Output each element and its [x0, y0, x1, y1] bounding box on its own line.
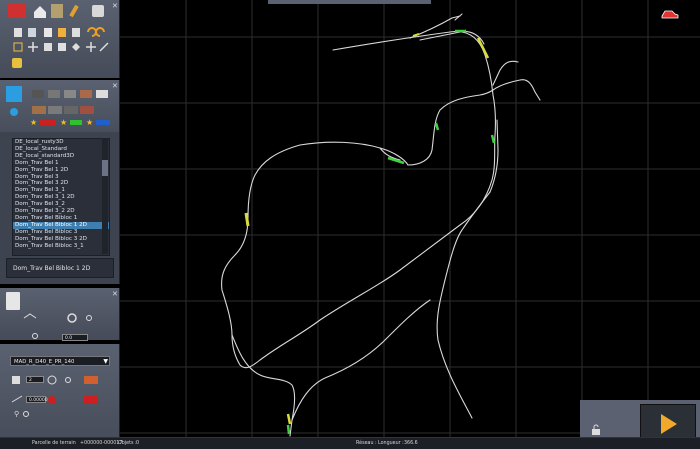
objects-value: 0: [136, 441, 140, 446]
object-listbox[interactable]: DE_local_rusty3D DE_local_Standard DE_loca…: [12, 138, 110, 256]
category-icons[interactable]: ✕: [0, 80, 120, 140]
selected-object-label: Dom_Trav Bel Bibloc 1 2D: [6, 258, 114, 278]
tile-label: Parcelle de terrain: [32, 441, 76, 446]
track-color-icon: [84, 376, 98, 384]
svg-text:✕: ✕: [112, 82, 118, 90]
track-tool-icon: [51, 4, 63, 18]
length-label: Longueur :: [378, 441, 404, 446]
ruler-icon: [12, 376, 20, 384]
list-item[interactable]: Dom_Trav Bel Bibloc 1: [13, 215, 109, 222]
tile-value: +000000-000017: [80, 441, 123, 446]
pen-icon: [48, 396, 56, 404]
list-item[interactable]: Dom_Trav Bel 3 2D: [13, 180, 109, 187]
list-item[interactable]: Dom_Trav Bel 3_1 2D: [13, 194, 109, 201]
terrain-tool-icon: [8, 3, 26, 18]
track-type-dropdown[interactable]: MAD_R_D40_E_PR_140 ▼: [10, 356, 110, 366]
play-icon: [661, 414, 677, 434]
list-item[interactable]: Dom_Trav Bel Bibloc 3: [13, 229, 109, 236]
toolbar-icons[interactable]: ✕: [0, 0, 120, 78]
svg-text:✕: ✕: [112, 290, 118, 298]
list-scrollbar[interactable]: [102, 138, 108, 254]
cube-icon: [6, 86, 22, 102]
list-item[interactable]: Dom_Trav Bel Bibloc 3 2D: [13, 236, 109, 243]
tools-panel: ✕: [0, 0, 120, 78]
track-field-a[interactable]: 2: [26, 376, 44, 383]
list-item[interactable]: Dom_Trav Bel 3_2 2D: [13, 208, 109, 215]
status-bar: Parcelle de terrain +000000-000017 Objet…: [0, 437, 700, 449]
objects-panel: ✕: [0, 80, 120, 140]
document-icon: [6, 292, 20, 310]
list-item[interactable]: Dom_Trav Bel 3_2: [13, 201, 109, 208]
list-item[interactable]: DE_local_rusty3D: [13, 139, 109, 146]
svg-text:★: ★: [86, 118, 93, 126]
height-input[interactable]: 0.0: [62, 334, 88, 341]
brush-icon: [69, 4, 79, 18]
list-item[interactable]: Dom_Trav Bel 1 2D: [13, 167, 109, 174]
settings-icon: [92, 5, 104, 17]
red-car-icon[interactable]: [660, 8, 680, 20]
list-item[interactable]: Dom_Trav Bel 1: [13, 160, 109, 167]
svg-text:⚲: ⚲: [14, 410, 19, 418]
scroll-thumb[interactable]: [102, 160, 108, 176]
height-icon: [23, 313, 37, 319]
list-item[interactable]: Dom_Trav Bel Bibloc 1 2D: [13, 221, 109, 229]
list-item[interactable]: Dom_Trav Bel Bibloc 3_1: [13, 243, 109, 250]
properties-panel: ✕: [0, 288, 120, 340]
lock-icon[interactable]: [590, 424, 602, 436]
favorite-star-icon: ★: [30, 118, 37, 126]
network-label: Réseau :: [356, 441, 377, 446]
spiral-icon: [47, 375, 57, 385]
track-field-b[interactable]: 0.00000: [26, 396, 48, 403]
length-value: 366.6: [404, 441, 418, 446]
target-icon: [67, 313, 77, 323]
home-icon: [34, 6, 46, 18]
list-item[interactable]: Dom_Trav Bel 3: [13, 174, 109, 181]
objects-label: Objets :: [118, 441, 137, 446]
list-item[interactable]: Dom_Trav Bel 3_1: [13, 187, 109, 194]
svg-text:✕: ✕: [112, 2, 118, 10]
svg-text:★: ★: [60, 118, 67, 126]
filter-bar[interactable]: ★ ★ ★: [0, 118, 120, 126]
list-item[interactable]: DE_local_standard3D: [13, 153, 109, 160]
top-scroll-handle[interactable]: [268, 0, 431, 4]
list-item[interactable]: DE_local_Standard: [13, 146, 109, 153]
